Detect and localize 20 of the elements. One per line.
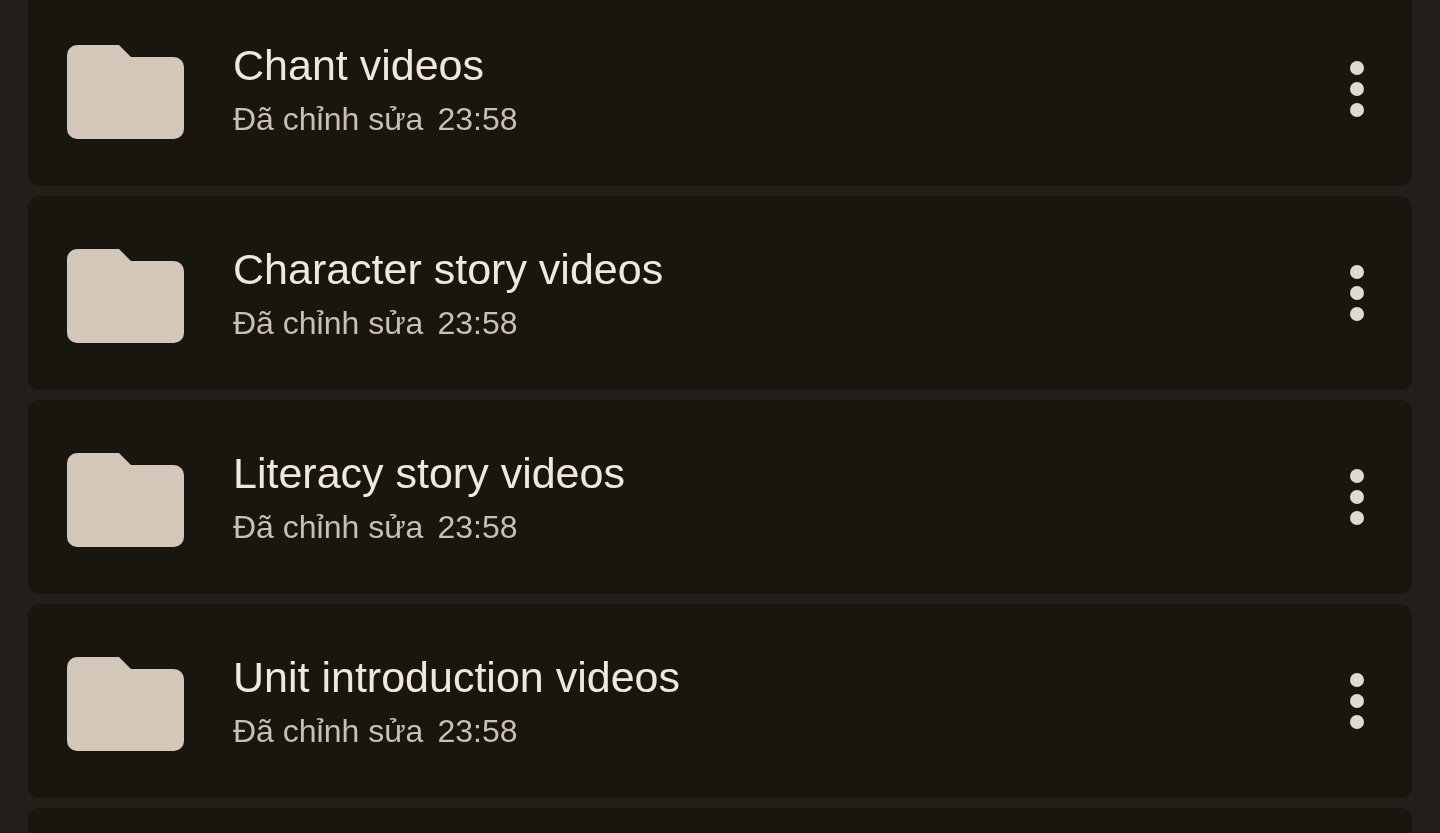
modified-time: 23:58 bbox=[437, 304, 518, 343]
folder-name: Literacy story videos bbox=[233, 448, 626, 499]
modified-label: Đã chỉnh sửa bbox=[233, 508, 424, 547]
folder-name: Character story videos bbox=[233, 244, 665, 295]
folder-row[interactable]: Unit introduction videos Đã chỉnh sửa 23:58 bbox=[28, 604, 1412, 798]
folder-icon bbox=[67, 657, 184, 751]
modified-label: Đã chỉnh sửa bbox=[233, 712, 424, 751]
folder-icon bbox=[67, 249, 184, 343]
folder-row[interactable]: Literacy story videos Đã chỉnh sửa 23:58 bbox=[28, 400, 1412, 594]
folder-row[interactable]: Chant videos Đã chỉnh sửa 23:58 bbox=[28, 0, 1412, 186]
folder-row[interactable]: Character story videos Đã chỉnh sửa 23:58 bbox=[28, 196, 1412, 390]
folder-icon bbox=[67, 453, 184, 547]
folder-icon bbox=[67, 45, 184, 139]
modified-label: Đã chỉnh sửa bbox=[233, 100, 424, 139]
modified-label: Đã chỉnh sửa bbox=[233, 304, 424, 343]
folder-name: Chant videos bbox=[233, 40, 485, 91]
modified-time: 23:58 bbox=[437, 100, 518, 139]
modified-time: 23:58 bbox=[437, 712, 518, 751]
folder-name: Unit introduction videos bbox=[233, 652, 681, 703]
modified-time: 23:58 bbox=[437, 508, 518, 547]
